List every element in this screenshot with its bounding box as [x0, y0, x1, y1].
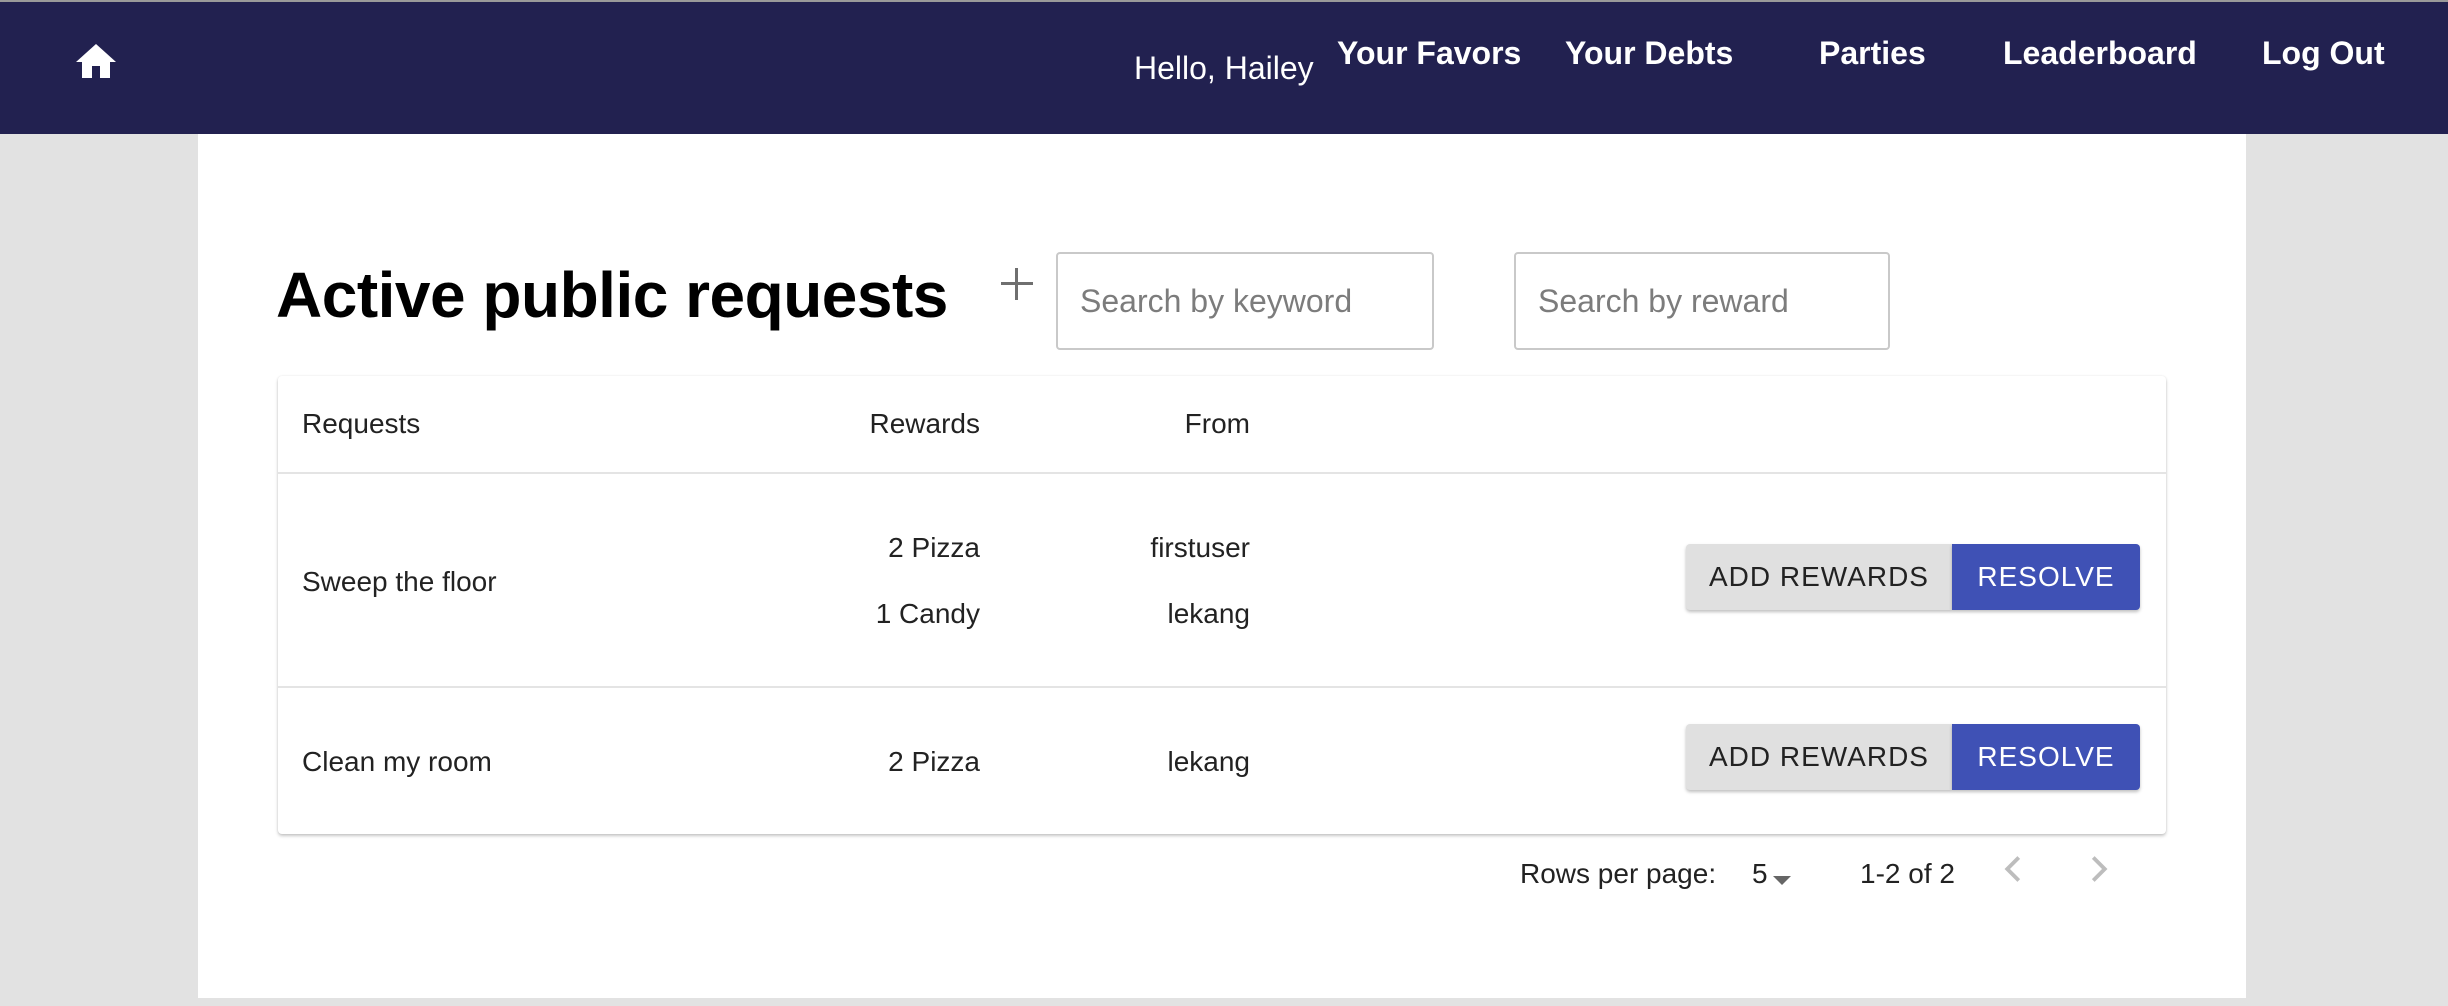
- column-header-requests: Requests: [302, 408, 421, 439]
- caret-down-icon[interactable]: [1773, 876, 1791, 885]
- add-request-button[interactable]: [994, 262, 1038, 306]
- add-rewards-button[interactable]: ADD REWARDS: [1686, 544, 1952, 610]
- from-cell: lekang: [1167, 746, 1250, 777]
- nav-leaderboard[interactable]: Leaderboard: [2003, 35, 2197, 72]
- rows-per-page-value[interactable]: 5: [1752, 858, 1768, 890]
- main-content: Active public requests Requests Rewards …: [198, 134, 2246, 998]
- requests-table: Requests Rewards From Sweep the floor 2 …: [278, 376, 2166, 834]
- user-greeting: Hello, Hailey: [1134, 50, 1314, 86]
- nav-log-out[interactable]: Log Out: [2262, 35, 2385, 72]
- request-cell: Clean my room: [302, 746, 492, 777]
- rows-per-page-label: Rows per page:: [1520, 858, 1717, 889]
- from-cell: firstuser: [1150, 532, 1250, 563]
- chevron-left-icon: [1990, 846, 2036, 892]
- header-divider: [278, 472, 2166, 474]
- row-divider: [278, 686, 2166, 688]
- top-navigation-bar: Hello, Hailey Your Favors Your Debts Par…: [0, 0, 2448, 134]
- home-icon: [70, 38, 122, 86]
- add-rewards-button[interactable]: ADD REWARDS: [1686, 724, 1952, 790]
- reward-cell: 2 Pizza: [888, 532, 980, 563]
- request-cell: Sweep the floor: [302, 566, 497, 597]
- from-cell: lekang: [1167, 598, 1250, 629]
- search-reward-input[interactable]: [1514, 252, 1890, 350]
- search-keyword-input[interactable]: [1056, 252, 1434, 350]
- column-header-rewards: Rewards: [869, 408, 980, 439]
- previous-page-button[interactable]: [1990, 846, 2036, 892]
- nav-your-debts[interactable]: Your Debts: [1565, 35, 1733, 72]
- resolve-button[interactable]: RESOLVE: [1952, 724, 2140, 790]
- next-page-button[interactable]: [2076, 846, 2122, 892]
- reward-cell: 2 Pizza: [888, 746, 980, 777]
- nav-parties[interactable]: Parties: [1819, 35, 1926, 72]
- reward-cell: 1 Candy: [875, 598, 980, 629]
- nav-your-favors[interactable]: Your Favors: [1337, 35, 1521, 72]
- pagination-range: 1-2 of 2: [1860, 858, 1955, 889]
- resolve-button[interactable]: RESOLVE: [1952, 544, 2140, 610]
- chevron-right-icon: [2076, 846, 2122, 892]
- home-button[interactable]: [70, 38, 122, 86]
- column-header-from: From: [1184, 408, 1250, 439]
- page-title: Active public requests: [276, 259, 948, 331]
